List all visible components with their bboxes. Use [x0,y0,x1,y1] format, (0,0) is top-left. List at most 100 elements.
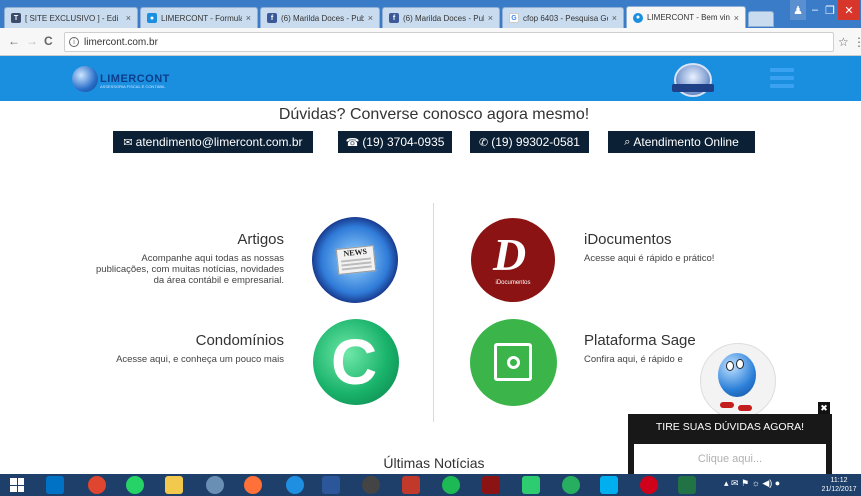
whatsapp-taskbar-icon[interactable] [126,476,144,494]
newspaper-icon: NEWS [335,245,377,275]
hamburger-menu-icon[interactable] [770,68,794,88]
file-explorer-icon[interactable] [165,476,183,494]
phone-icon: ☎ [345,136,360,149]
sage-frame-icon [494,343,532,381]
sage-platform-icon[interactable] [470,319,557,406]
bookmark-star-icon[interactable]: ☆ [838,35,849,49]
phone-label: (19) 3704-0935 [362,135,445,149]
logo-subtitle: ASSESSORIA FISCAL E CONTÁBIL [100,84,166,89]
app-icon[interactable] [206,476,224,494]
browser-menu-icon[interactable]: ⋮ [853,35,861,49]
services-divider [433,203,434,422]
close-tab-icon[interactable]: × [246,13,251,23]
logo-globe-icon [72,66,98,92]
reload-icon[interactable]: C [44,34,53,48]
tab-title: cfop 6403 - Pesquisa Go [523,13,608,23]
artigos-title[interactable]: Artigos [184,231,284,248]
browser-tab-limercont-home[interactable]: ● LIMERCONT - Bem vindo × [626,6,746,28]
forward-icon[interactable]: → [26,34,38,48]
email-label: atendimento@limercont.com.br [135,135,303,149]
taskbar-clock[interactable]: 11:12 21/12/2017 [820,476,858,494]
internet-explorer-icon[interactable] [286,476,304,494]
back-icon[interactable]: ← [8,34,20,48]
online-support-label: Atendimento Online [633,135,739,149]
idocumentos-taskbar-icon[interactable] [482,476,500,494]
url-text: limercont.com.br [84,36,158,48]
artigos-news-icon[interactable]: NEWS [312,217,398,303]
app-icon[interactable] [562,476,580,494]
user-profile-icon[interactable]: ♟ [790,0,806,20]
condominios-logo-icon[interactable]: C [313,319,399,405]
tab-title: (6) Marilda Doces - Publ [403,13,484,23]
word-icon[interactable] [322,476,340,494]
site-info-icon[interactable]: i [69,37,79,47]
skype-icon[interactable] [600,476,618,494]
tab-favicon-icon: ● [633,12,643,23]
chrome-icon[interactable] [88,476,106,494]
excel-icon[interactable] [678,476,696,494]
tab-title: LIMERCONT - Formulári [161,13,242,23]
close-tab-icon[interactable]: × [734,13,739,23]
firefox-icon[interactable] [244,476,262,494]
minimize-icon[interactable]: – [808,0,822,20]
idocumentos-logo-icon[interactable]: D iDocumentos [471,218,555,302]
chat-title: TIRE SUAS DÚVIDAS AGORA! [655,421,805,433]
opera-icon[interactable] [640,476,658,494]
facebook-icon: f [389,13,399,23]
seal-ribbon [672,84,714,92]
browser-toolbar: ← → C i limercont.com.br ☆ ⋮ [0,28,861,56]
browser-tab-limercont-form[interactable]: ● LIMERCONT - Formulári × [140,7,258,28]
limercont-logo[interactable]: LIMERCONT ASSESSORIA FISCAL E CONTÁBIL [72,66,170,92]
phone-contact-button[interactable]: ☎ (19) 3704-0935 [338,131,452,153]
address-bar[interactable]: i limercont.com.br [64,32,834,52]
chat-icon: ⌕ [624,135,631,148]
tab-favicon-icon: T [11,13,21,23]
whatsapp-icon: ✆ [479,136,489,149]
restore-icon[interactable]: ❐ [823,0,837,20]
site-header: LIMERCONT ASSESSORIA FISCAL E CONTÁBIL [0,56,861,101]
online-support-button[interactable]: ⌕ Atendimento Online [608,131,755,153]
new-tab-button[interactable] [748,11,774,27]
idocumentos-title[interactable]: iDocumentos [584,231,672,248]
browser-tab-site-exclusivo[interactable]: T [ SITE EXCLUSIVO ] - Edi × [4,7,138,28]
condominios-description: Acesse aqui, e conheça um pouco mais [116,354,284,365]
mascot-shoe [720,402,734,408]
app-icon[interactable] [522,476,540,494]
cond-letter: C [331,326,378,398]
contact-heading: Dúvidas? Converse conosco agora mesmo! [278,106,590,123]
browser-tab-marilda-2[interactable]: f (6) Marilda Doces - Publ × [382,7,500,28]
close-tab-icon[interactable]: × [612,13,617,23]
artigos-desc-line: Acompanhe aqui todas as nossas [141,253,284,264]
tab-title: LIMERCONT - Bem vindo [647,13,730,22]
system-tray-icons[interactable]: ▴ ✉ ⚑ ☼ ◀) ● [724,478,780,489]
sage-description: Confira aqui, é rápido e [584,354,683,365]
mascot-icon[interactable] [718,353,756,397]
tab-favicon-icon: ● [147,13,157,23]
email-contact-button[interactable]: ✉ atendimento@limercont.com.br [113,131,313,153]
condominios-title[interactable]: Condomínios [154,332,284,349]
envelope-icon: ✉ [123,136,133,149]
mascot-shoe [738,405,752,411]
browser-tab-google-search[interactable]: G cfop 6403 - Pesquisa Go × [502,7,624,28]
close-tab-icon[interactable]: × [126,13,131,23]
sage-title[interactable]: Plataforma Sage [584,332,696,349]
idocumentos-description: Acesse aqui é rápido e prático! [584,253,715,264]
spotify-icon[interactable] [442,476,460,494]
close-window-icon[interactable]: ✕ [838,0,860,20]
idoc-letter: D [493,229,527,280]
artigos-desc-line: da área contábil e empresarial. [153,275,284,286]
windows-start-icon[interactable] [10,478,24,492]
app-icon[interactable] [402,476,420,494]
close-tab-icon[interactable]: × [368,13,373,23]
close-tab-icon[interactable]: × [488,13,493,23]
whatsapp-label: (19) 99302-0581 [491,135,580,149]
browser-tab-strip: T [ SITE EXCLUSIVO ] - Edi × ● LIMERCONT… [0,0,861,28]
chat-close-button[interactable]: ✖ [818,402,830,414]
outlook-icon[interactable] [46,476,64,494]
browser-tab-marilda-1[interactable]: f (6) Marilda Doces - Publ × [260,7,380,28]
clock-date: 21/12/2017 [821,486,857,493]
media-icon[interactable] [362,476,380,494]
whatsapp-contact-button[interactable]: ✆ (19) 99302-0581 [470,131,589,153]
artigos-desc-line: publicações, com muitas notícias, novida… [96,264,284,275]
clock-time: 11:12 [830,477,848,484]
